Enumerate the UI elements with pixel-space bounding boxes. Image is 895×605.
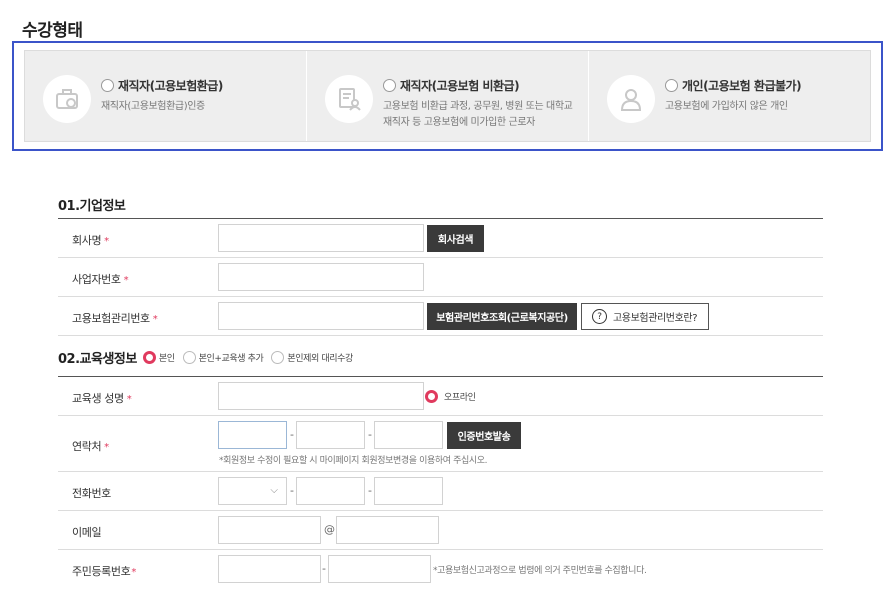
- phone-row: 전화번호 ⌵ - -: [58, 472, 823, 511]
- phone-part2-input[interactable]: [296, 477, 365, 505]
- company-search-button[interactable]: 회사검색: [427, 225, 484, 252]
- enrollment-type-panel: 재직자(고용보험환급) 재직자(고용보험환급)인증 재직자(고용보험 비환급) …: [12, 41, 883, 151]
- type-option-employed-nonrefund[interactable]: 재직자(고용보험 비환급) 고용보험 비환급 과정, 공무원, 병원 또는 대학…: [307, 51, 589, 141]
- dash: -: [290, 484, 294, 497]
- chevron-down-icon: ⌵: [270, 485, 278, 496]
- contact-label: 연락처: [72, 440, 102, 453]
- section-title: 수강형태: [22, 21, 83, 41]
- bizno-input[interactable]: [218, 263, 424, 291]
- document-user-icon: [325, 75, 373, 123]
- company-name-row: 회사명 * 회사검색: [58, 219, 823, 258]
- email-domain-input[interactable]: [336, 516, 439, 544]
- registration-form: 01.기업정보 회사명 * 회사검색 사업자번호 * 고용보험관리번호 * 보험관리번…: [58, 190, 823, 589]
- student-name-input[interactable]: [218, 382, 424, 410]
- insno-help-label: 고용보험관리번호란?: [613, 313, 698, 324]
- at-sign: @: [324, 523, 335, 536]
- type-desc: 고용보험 비환급 과정, 공무원, 병원 또는 대학교 재직자 등 고용보험에 …: [383, 101, 573, 128]
- phone-area-select[interactable]: ⌵: [218, 477, 287, 505]
- email-row: 이메일 @: [58, 511, 823, 550]
- company-name-input[interactable]: [218, 224, 424, 252]
- student-name-row: 교육생 성명 * 오프라인: [58, 377, 823, 416]
- offline-radio[interactable]: [425, 390, 438, 403]
- bizno-label: 사업자번호: [72, 273, 121, 286]
- contact-part1-input[interactable]: [218, 421, 287, 449]
- dash: -: [368, 484, 372, 497]
- required-mark: *: [126, 394, 132, 405]
- type-label: 재직자(고용보험환급): [118, 79, 223, 93]
- contact-part3-input[interactable]: [374, 421, 443, 449]
- type-desc: 고용보험에 가입하지 않은 개인: [665, 101, 788, 112]
- dash: -: [368, 428, 372, 441]
- rrn-front-input[interactable]: [218, 555, 321, 583]
- type-desc: 재직자(고용보험환급)인증: [101, 101, 205, 112]
- required-mark: *: [152, 314, 158, 325]
- contact-part2-input[interactable]: [296, 421, 365, 449]
- contact-row: 연락처 * - - 인증번호발송 *회원정보 수정이 필요할 시 마이페이지 회원…: [58, 416, 823, 472]
- phone-label: 전화번호: [72, 487, 111, 500]
- company-name-label: 회사명: [72, 234, 102, 247]
- email-label: 이메일: [72, 526, 102, 539]
- type-radio[interactable]: [383, 79, 396, 92]
- offline-label: 오프라인: [444, 393, 476, 403]
- offline-option[interactable]: 오프라인: [425, 390, 484, 403]
- insno-label: 고용보험관리번호: [72, 312, 150, 325]
- option-self-label: 본인: [158, 353, 175, 364]
- company-heading: 01.기업정보: [58, 198, 126, 214]
- rrn-note: *고용보험신고과정으로 법령에 의거 주민번호를 수집합니다.: [433, 566, 647, 576]
- briefcase-icon: [43, 75, 91, 123]
- insno-row: 고용보험관리번호 * 보험관리번호조회(근로복지공단) ? 고용보험관리번호란?: [58, 297, 823, 336]
- required-mark: *: [104, 236, 109, 247]
- required-mark: *: [123, 275, 129, 286]
- rrn-label: 주민등록번호: [72, 565, 131, 578]
- type-label: 개인(고용보험 환급불가): [682, 79, 802, 93]
- type-radio[interactable]: [101, 79, 114, 92]
- person-icon: [607, 75, 655, 123]
- option-self-plus-label: 본인+교육생 추가: [198, 353, 264, 364]
- option-self-plus-radio[interactable]: [182, 350, 196, 364]
- rrn-back-input[interactable]: [328, 555, 431, 583]
- insno-input[interactable]: [218, 302, 424, 330]
- insno-help-button[interactable]: ? 고용보험관리번호란?: [581, 303, 709, 330]
- type-option-employed-refund[interactable]: 재직자(고용보험환급) 재직자(고용보험환급)인증: [25, 51, 307, 141]
- contact-note: *회원정보 수정이 필요할 시 마이페이지 회원정보변경을 이용하여 주십시오.: [219, 456, 488, 466]
- student-name-label: 교육생 성명: [72, 392, 124, 405]
- email-id-input[interactable]: [218, 516, 321, 544]
- send-auth-button[interactable]: 인증번호발송: [447, 422, 521, 449]
- dash: -: [322, 562, 326, 575]
- option-proxy-label: 본인제외 대리수강: [287, 353, 353, 364]
- required-mark: *: [104, 442, 109, 453]
- insno-lookup-button[interactable]: 보험관리번호조회(근로복지공단): [427, 303, 577, 330]
- dash: -: [290, 428, 294, 441]
- bizno-row: 사업자번호 *: [58, 258, 823, 297]
- type-radio[interactable]: [665, 79, 678, 92]
- student-heading: 02.교육생정보: [58, 351, 137, 367]
- type-option-individual[interactable]: 개인(고용보험 환급불가) 고용보험에 가입하지 않은 개인: [589, 51, 870, 141]
- type-label: 재직자(고용보험 비환급): [400, 79, 520, 93]
- question-icon: ?: [592, 309, 607, 324]
- phone-part3-input[interactable]: [374, 477, 443, 505]
- rrn-row: 주민등록번호* - *고용보험신고과정으로 법령에 의거 주민번호를 수집합니다…: [58, 550, 823, 589]
- student-heading-row: 02.교육생정보 본인 본인+교육생 추가 본인제외 대리수강: [58, 336, 823, 376]
- option-proxy-radio[interactable]: [271, 350, 285, 364]
- required-mark: *: [131, 567, 136, 578]
- option-self-radio[interactable]: [142, 350, 156, 364]
